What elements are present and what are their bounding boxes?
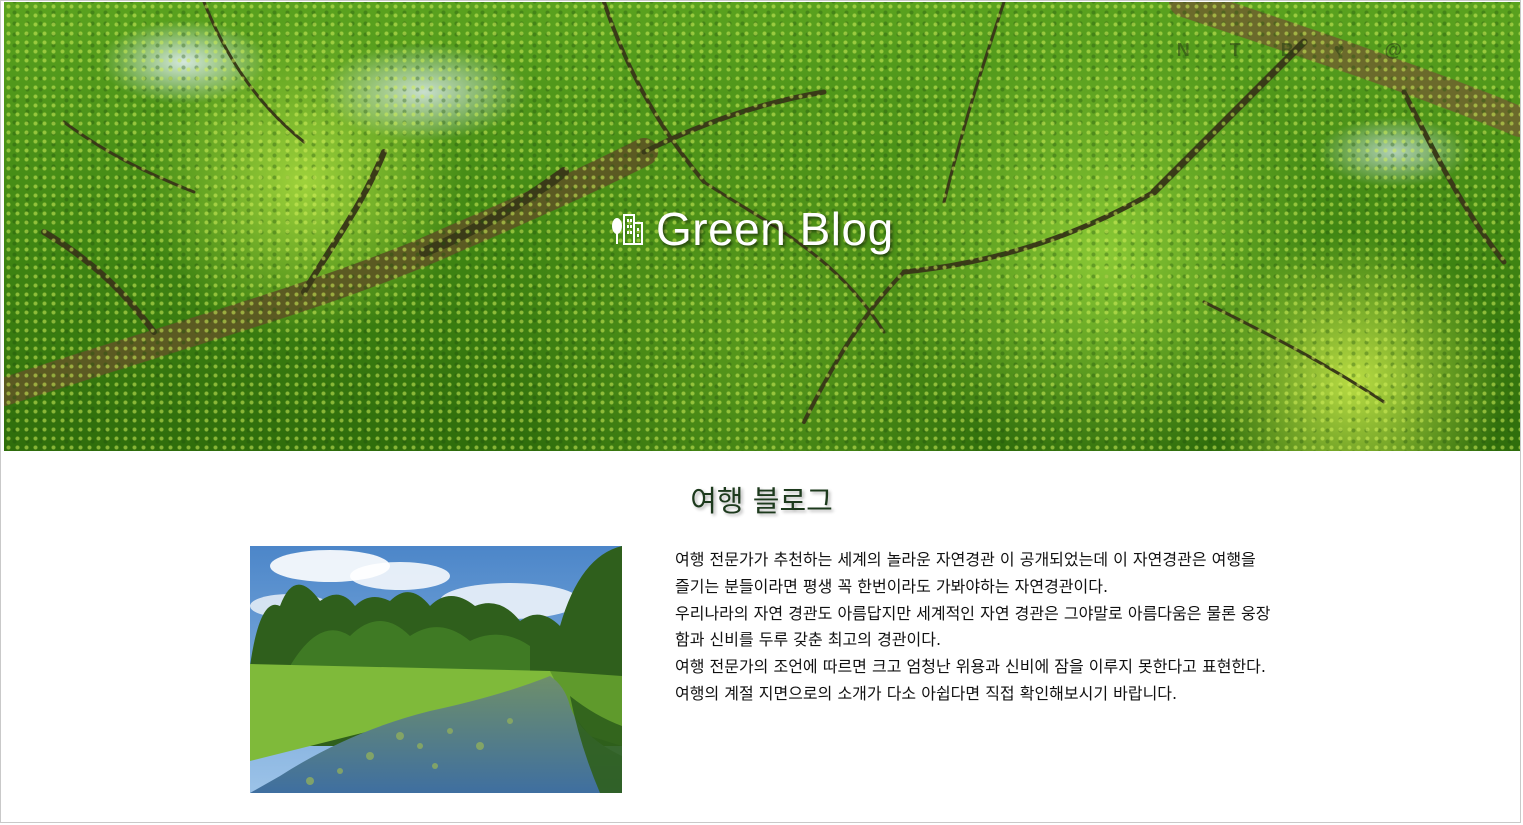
mail-icon[interactable]: @ [1384, 40, 1402, 60]
river-landscape-image [250, 546, 622, 793]
article-paragraph: 여행 전문가가 추천하는 세계의 놀라운 자연경관 이 공개되었는데 이 자연경… [675, 550, 1256, 596]
social-icon-n[interactable]: N [1177, 40, 1190, 60]
site-title: Green Blog [656, 203, 894, 255]
section-title: 여행 블로그 [690, 484, 833, 518]
article-image [250, 546, 622, 793]
social-icon-b[interactable]: B [1281, 40, 1294, 60]
article-body: 여행 전문가가 추천하는 세계의 놀라운 자연경관 이 공개되었는데 이 자연경… [675, 547, 1275, 708]
heart-icon[interactable]: ♥ [1334, 40, 1345, 60]
article-paragraph: 여행의 계절 지면으로의 소개가 다소 아쉽다면 직접 확인해보시기 바랍니다. [675, 683, 1178, 703]
social-nav: N T B ♥ @ [1177, 40, 1402, 60]
site-brand[interactable]: Green Blog [610, 202, 894, 256]
trees-city-icon [612, 214, 643, 245]
article-paragraph: 우리나라의 자연 경관도 아름답지만 세계적인 자연 경관은 그야말로 아름다움… [675, 603, 1271, 650]
social-icon-t[interactable]: T [1230, 40, 1241, 60]
hero-banner: N T B ♥ @ Green Blog [4, 2, 1520, 451]
article-paragraph: 여행 전문가의 조언에 따르면 크고 엄청난 위용과 신비에 잠을 이루지 못한… [675, 657, 1266, 677]
